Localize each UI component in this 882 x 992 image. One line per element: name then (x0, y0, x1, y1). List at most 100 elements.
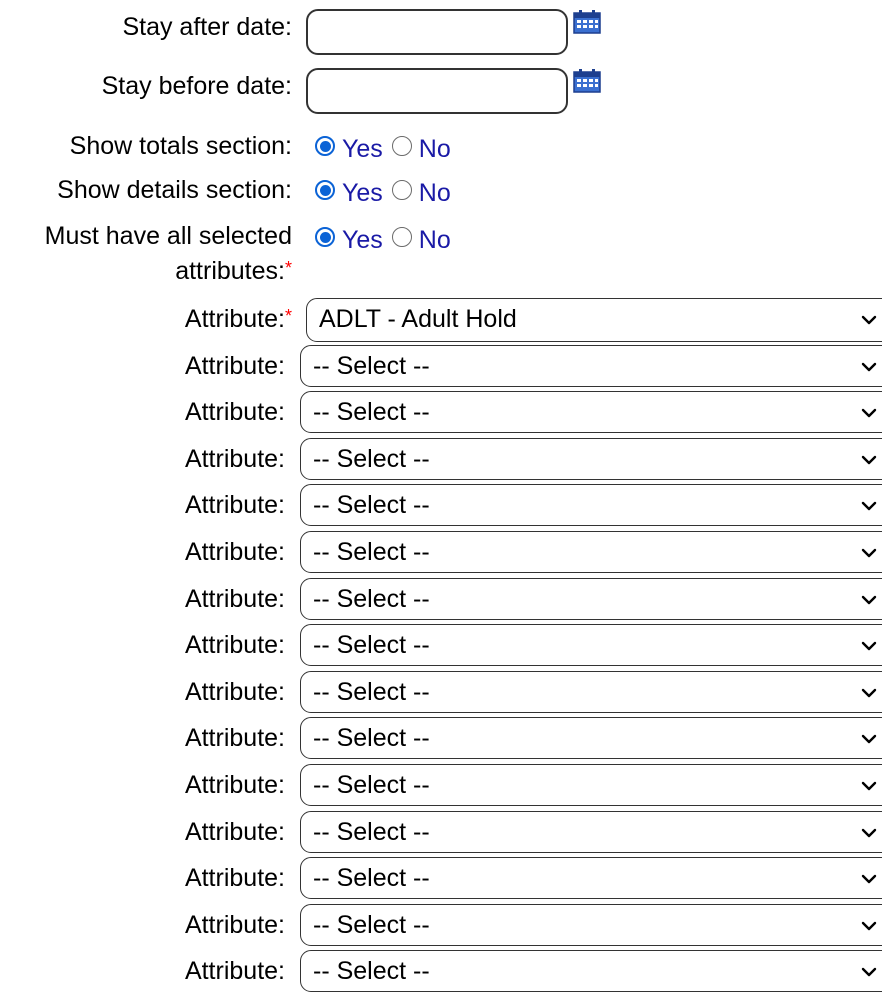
attribute-select-value: -- Select -- (313, 538, 430, 566)
attribute-label-text: Attribute: (184, 911, 285, 939)
attribute-select[interactable]: -- Select -- (300, 345, 882, 387)
attribute-select-value: -- Select -- (313, 678, 430, 706)
must-have-all-label-text: attributes: (175, 257, 285, 285)
stay-after-date-label: Stay after date: (122, 13, 292, 41)
attribute-select[interactable]: -- Select -- (300, 484, 882, 526)
attribute-label: Attribute: (185, 910, 285, 940)
calendar-icon[interactable] (573, 9, 603, 35)
attribute-label: Attribute: (185, 863, 285, 893)
required-marker: * (284, 306, 292, 326)
attribute-select[interactable]: -- Select -- (300, 578, 882, 620)
attribute-label: Attribute: (185, 677, 285, 707)
attribute-label-text: Attribute: (184, 864, 285, 892)
radio-checked-icon (315, 227, 335, 247)
attribute-select-value: -- Select -- (313, 818, 430, 846)
attribute-label-text: Attribute: (184, 724, 285, 752)
attribute-select[interactable]: -- Select -- (300, 717, 882, 759)
attribute-select[interactable]: -- Select -- (300, 531, 882, 573)
attribute-label-text: Attribute: (184, 631, 285, 659)
attribute-label-text: Attribute: (184, 957, 285, 985)
attribute-label-text: Attribute: (184, 538, 285, 566)
attribute-label: Attribute: (185, 444, 285, 474)
attribute-label: Attribute: (185, 630, 285, 660)
chevron-down-icon (861, 732, 877, 744)
attribute-select-value: -- Select -- (313, 771, 430, 799)
show-totals-yes-radio[interactable]: Yes (315, 131, 392, 163)
chevron-down-icon (861, 406, 877, 418)
report-filter-form: Stay after date: Stay before date: Show … (0, 0, 882, 992)
attribute-select-value: -- Select -- (313, 724, 430, 752)
chevron-down-icon (861, 499, 877, 511)
attribute-select[interactable]: -- Select -- (300, 950, 882, 992)
attribute-select[interactable]: -- Select -- (300, 671, 882, 713)
attribute-select[interactable]: -- Select -- (300, 438, 882, 480)
attribute-select[interactable]: -- Select -- (300, 764, 882, 806)
attribute-label: Attribute: (185, 817, 285, 847)
show-details-radio-group: Yes No (315, 174, 460, 207)
attribute-select-value: -- Select -- (313, 864, 430, 892)
must-have-all-no-radio[interactable]: No (391, 222, 460, 254)
attribute-select[interactable]: -- Select -- (300, 857, 882, 899)
show-details-label: Show details section: (57, 176, 292, 204)
must-have-all-yes-label: Yes (342, 226, 383, 254)
must-have-all-yes-radio[interactable]: Yes (315, 222, 392, 254)
attribute-select[interactable]: ADLT - Adult Hold (306, 298, 882, 342)
attribute-label: Attribute: (185, 397, 285, 427)
attribute-label-text: Attribute: (184, 305, 285, 333)
radio-checked-icon (315, 180, 335, 200)
attribute-select-value: -- Select -- (313, 491, 430, 519)
attribute-label: Attribute: (185, 956, 285, 986)
must-have-all-no-label: No (418, 226, 451, 254)
required-marker: * (284, 258, 292, 278)
chevron-down-icon (861, 593, 877, 605)
chevron-down-icon (861, 360, 877, 372)
attribute-label: Attribute: (185, 770, 285, 800)
attribute-select[interactable]: -- Select -- (300, 904, 882, 946)
show-totals-no-radio[interactable]: No (391, 131, 460, 163)
attribute-select[interactable]: -- Select -- (300, 811, 882, 853)
attribute-select[interactable]: -- Select -- (300, 391, 882, 433)
attribute-label: Attribute: (185, 723, 285, 753)
show-totals-radio-group: Yes No (315, 130, 460, 163)
attribute-label-text: Attribute: (184, 818, 285, 846)
stay-after-date-input[interactable] (306, 9, 568, 55)
chevron-down-icon (861, 965, 877, 977)
radio-unchecked-icon (391, 227, 412, 247)
chevron-down-icon (861, 546, 877, 558)
radio-unchecked-icon (391, 136, 412, 156)
attribute-select-value: -- Select -- (313, 398, 430, 426)
attribute-label-text: Attribute: (184, 491, 285, 519)
attribute-select-value: -- Select -- (313, 957, 430, 985)
chevron-down-icon (861, 686, 877, 698)
attribute-label: Attribute: (185, 584, 285, 614)
chevron-down-icon (861, 453, 877, 465)
attribute-label-text: Attribute: (184, 352, 285, 380)
attribute-label-text: Attribute: (184, 445, 285, 473)
must-have-all-label-line2: attributes:* (175, 256, 292, 286)
must-have-all-radio-group: Yes No (315, 221, 460, 254)
attribute-select-value: -- Select -- (313, 911, 430, 939)
show-details-no-label: No (418, 179, 451, 207)
show-details-yes-radio[interactable]: Yes (315, 175, 392, 207)
stay-before-date-input[interactable] (306, 68, 568, 114)
stay-before-date-label: Stay before date: (101, 72, 292, 100)
show-totals-no-label: No (418, 135, 451, 163)
attribute-label-text: Attribute: (184, 771, 285, 799)
calendar-icon[interactable] (573, 68, 603, 94)
radio-unchecked-icon (391, 180, 412, 200)
chevron-down-icon (861, 826, 877, 838)
attribute-select-value: -- Select -- (313, 585, 430, 613)
attribute-label-text: Attribute: (184, 585, 285, 613)
attribute-label-text: Attribute: (184, 678, 285, 706)
show-details-yes-label: Yes (342, 179, 383, 207)
chevron-down-icon (861, 779, 877, 791)
attribute-select-value: -- Select -- (313, 445, 430, 473)
chevron-down-icon (861, 872, 877, 884)
attribute-select-value: -- Select -- (313, 631, 430, 659)
attribute-select[interactable]: -- Select -- (300, 624, 882, 666)
chevron-down-icon (861, 313, 877, 325)
attribute-select-value: -- Select -- (313, 352, 430, 380)
attribute-label: Attribute:* (185, 304, 292, 334)
show-details-no-radio[interactable]: No (391, 175, 460, 207)
radio-checked-icon (315, 136, 335, 156)
